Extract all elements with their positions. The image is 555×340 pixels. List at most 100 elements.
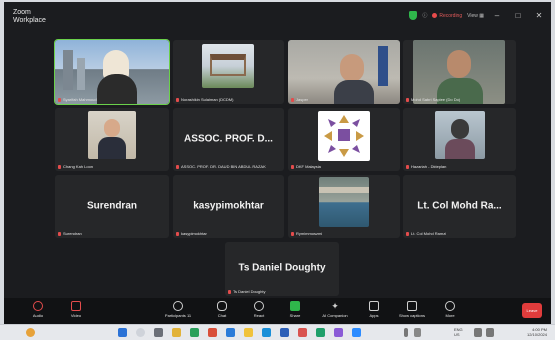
tray-chevron-icon[interactable] (404, 328, 408, 337)
participant-tile[interactable]: Chang Kah Loon (55, 108, 169, 171)
participants-count: 11 (186, 313, 192, 318)
recording-indicator[interactable]: Recording (432, 13, 462, 19)
person-body-image (97, 74, 137, 104)
participant-name: Ts Daniel Doughty (228, 289, 265, 294)
app-icon[interactable] (226, 328, 235, 337)
close-button[interactable]: ✕ (531, 11, 547, 20)
app-icon[interactable] (334, 328, 343, 337)
video-feed (55, 40, 169, 104)
more-icon (445, 301, 455, 311)
participant-name: Surendran (58, 231, 82, 236)
app-icon[interactable] (298, 328, 307, 337)
leave-button[interactable]: Leave (522, 303, 542, 318)
chat-button[interactable]: Chat (210, 301, 234, 318)
participants-button[interactable]: Participants 11 (160, 301, 196, 318)
maximize-button[interactable]: □ (510, 11, 526, 20)
task-view-icon[interactable] (154, 328, 163, 337)
participant-tile[interactable]: Jasper (288, 40, 400, 104)
camera-off-icon (71, 301, 81, 311)
mic-muted-icon (406, 231, 409, 236)
windows-taskbar: ENG US 4:00 PM 12/10/2024 (0, 324, 555, 340)
person-body-image (334, 80, 374, 104)
participant-tile[interactable]: DKF Malaysia (288, 108, 400, 171)
participant-tile[interactable]: Hazariah - Dkteplan (403, 108, 516, 171)
mic-muted-icon (58, 231, 61, 236)
participant-tile[interactable]: Norashikin Sulaiman (DCDM) (173, 40, 284, 104)
volume-icon[interactable] (486, 328, 494, 337)
language-indicator[interactable]: ENG US (454, 327, 463, 337)
profile-picture (88, 111, 136, 159)
heart-icon (254, 301, 264, 311)
apps-button[interactable]: Apps (362, 301, 386, 318)
show-captions-button[interactable]: Show captions (392, 301, 432, 318)
captions-icon (407, 301, 417, 311)
recording-label: Recording (439, 12, 463, 19)
app-name-line1: Zoom (13, 9, 31, 16)
participant-display-name: Surendran (86, 199, 137, 211)
video-button[interactable]: Video (64, 301, 88, 318)
audio-button[interactable]: Audio (26, 301, 50, 318)
weather-icon[interactable] (26, 328, 35, 337)
participant-display-name: kasypimokhtar (193, 199, 264, 211)
profile-picture (435, 111, 485, 159)
excel-icon[interactable] (316, 328, 325, 337)
profile-picture (319, 177, 369, 227)
participant-tile[interactable]: Mohd Sabri Sapiee (Do Do) (403, 40, 516, 104)
edge-icon[interactable] (262, 328, 271, 337)
info-icon[interactable]: ⓘ (422, 12, 427, 19)
chat-icon (217, 301, 227, 311)
ai-companion-button[interactable]: ✦ AI Companion (315, 301, 355, 318)
participant-name: Chang Kah Loon (58, 164, 93, 169)
participant-tile[interactable]: Rymimmoszmi (288, 175, 400, 238)
mic-muted-icon (291, 97, 294, 102)
share-button[interactable]: Share (283, 301, 307, 318)
system-clock[interactable]: 4:00 PM 12/10/2024 (527, 327, 547, 337)
minimize-button[interactable]: – (489, 11, 505, 20)
mic-muted-icon (291, 164, 294, 169)
app-icon[interactable] (208, 328, 217, 337)
view-button[interactable]: View ▦ (467, 13, 484, 19)
app-name-line2: Workplace (13, 17, 46, 24)
participant-name: Jasper (291, 97, 308, 102)
profile-picture (318, 111, 370, 161)
search-icon[interactable] (136, 328, 145, 337)
zoom-icon[interactable] (352, 328, 361, 337)
participant-tile[interactable]: Syarifah Mahmoud (55, 40, 169, 104)
video-feed (288, 40, 400, 104)
sparkle-icon: ✦ (331, 301, 339, 311)
mic-muted-icon (291, 231, 294, 236)
microphone-muted-icon (33, 301, 43, 311)
profile-picture (202, 44, 254, 88)
mic-muted-icon (228, 289, 231, 294)
app-icon[interactable] (190, 328, 199, 337)
participant-name: DKF Malaysia (291, 164, 321, 169)
participant-name: kasypimokhtar (176, 231, 207, 236)
apps-icon (369, 301, 379, 311)
participant-tile[interactable]: kasypimokhtar kasypimokhtar (173, 175, 284, 238)
stadium-image (319, 187, 369, 193)
app-icon[interactable] (244, 328, 253, 337)
mic-muted-icon (58, 97, 61, 102)
title-right-controls: ⓘ Recording View ▦ – □ ✕ (409, 11, 547, 20)
wifi-icon[interactable] (474, 328, 482, 337)
person-image (447, 50, 471, 78)
person-image (104, 119, 120, 137)
react-button[interactable]: React (247, 301, 271, 318)
shield-icon[interactable] (409, 11, 418, 20)
participant-tile[interactable]: Ts Daniel Doughty Ts Daniel Doughty (225, 242, 339, 296)
more-button[interactable]: More (438, 301, 462, 318)
clock-date: 12/10/2024 (526, 332, 547, 337)
participant-tile[interactable]: Surendran Surendran (55, 175, 169, 238)
start-icon[interactable] (118, 328, 127, 337)
participant-tile[interactable]: Lt. Col Mohd Ra... Lt. Col Mohd Ramzi (403, 175, 516, 238)
file-explorer-icon[interactable] (172, 328, 181, 337)
meeting-toolbar: Audio Video Participants 11 Chat React S… (4, 298, 551, 324)
app-name: Zoom Workplace (13, 9, 46, 25)
building-image (77, 58, 85, 90)
mic-muted-icon (176, 97, 179, 102)
participant-tile[interactable]: ASSOC. PROF. D... ASSOC. PROF. DR. DAUD … (173, 108, 284, 171)
person-body-image (98, 137, 126, 159)
word-icon[interactable] (280, 328, 289, 337)
participant-name: Rymimmoszmi (291, 231, 322, 236)
tray-icon[interactable] (414, 328, 421, 337)
